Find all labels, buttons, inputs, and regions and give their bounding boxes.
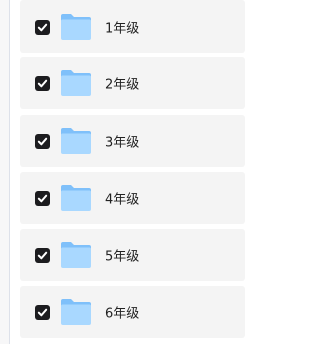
folder-name: 2年级 [105,77,140,93]
folder-icon [61,128,91,154]
folder-icon [61,242,91,268]
checkmark-icon [37,23,48,31]
folder-checkbox-2[interactable] [35,76,50,91]
checkmark-icon [37,308,48,317]
checkmark-icon [37,137,48,146]
folder-selection-panel: 1年级 2年级 3年级 4年级 5年级 6年级 [0,0,245,344]
folder-checkbox-5[interactable] [35,248,50,263]
checkmark-icon [37,79,48,88]
folder-icon [61,185,91,211]
folder-name: 5年级 [105,249,140,265]
folder-icon [61,13,91,40]
folder-row-1[interactable]: 1年级 [20,0,245,53]
folder-name: 3年级 [105,135,140,151]
folder-row-6[interactable]: 6年级 [20,286,245,338]
folder-row-2[interactable]: 2年级 [20,57,245,109]
folder-row-4[interactable]: 4年级 [20,172,245,224]
checkmark-icon [37,251,48,260]
folder-name: 1年级 [105,21,140,36]
folder-checkbox-4[interactable] [35,191,50,206]
folder-row-5[interactable]: 5年级 [20,229,245,281]
folder-icon [61,299,91,325]
left-rail [0,0,10,344]
folder-name: 4年级 [105,192,140,208]
folder-checkbox-6[interactable] [35,305,50,320]
folder-name: 6年级 [105,306,140,322]
folder-checkbox-3[interactable] [35,134,50,149]
checkmark-icon [37,194,48,203]
folder-icon [61,70,91,96]
folder-row-3[interactable]: 3年级 [20,115,245,167]
folder-checkbox-1[interactable] [35,19,50,35]
